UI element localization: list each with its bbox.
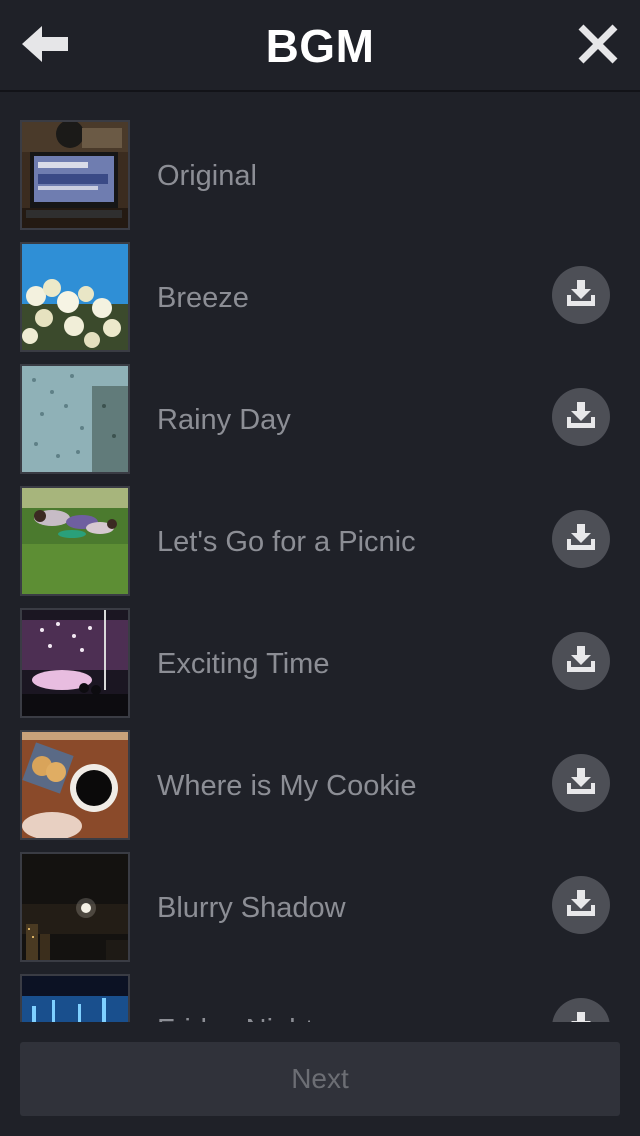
download-icon <box>567 523 595 555</box>
download-icon <box>567 889 595 921</box>
track-label: Rainy Day <box>157 404 291 436</box>
track-thumbnail <box>20 974 130 1022</box>
close-button[interactable] <box>570 18 626 74</box>
download-icon <box>567 767 595 799</box>
bgm-screen: BGM Original Breeze Rainy Day Let's Go f… <box>0 0 640 1136</box>
track-label: Exciting Time <box>157 648 330 680</box>
download-button[interactable] <box>552 998 610 1022</box>
close-icon <box>577 23 619 70</box>
page-title: BGM <box>265 20 375 72</box>
next-button[interactable]: Next <box>20 1042 620 1116</box>
track-row-rainy-day[interactable]: Rainy Day <box>0 336 640 474</box>
track-label: Breeze <box>157 282 249 314</box>
download-icon <box>567 645 595 677</box>
track-row-original[interactable]: Original <box>0 92 640 230</box>
track-row-blurry-shadow[interactable]: Blurry Shadow <box>0 824 640 962</box>
track-row-exciting-time[interactable]: Exciting Time <box>0 580 640 718</box>
download-icon <box>567 1011 595 1022</box>
download-icon <box>567 401 595 433</box>
track-label: Blurry Shadow <box>157 892 346 924</box>
download-button[interactable] <box>552 510 610 568</box>
track-label: Let's Go for a Picnic <box>157 526 416 558</box>
track-row-picnic[interactable]: Let's Go for a Picnic <box>0 458 640 596</box>
download-button[interactable] <box>552 388 610 446</box>
download-icon <box>567 279 595 311</box>
track-row-friday-night[interactable]: Friday Night <box>0 946 640 1022</box>
download-button[interactable] <box>552 266 610 324</box>
footer-bar: Next <box>0 1022 640 1136</box>
track-label: Where is My Cookie <box>157 770 417 802</box>
track-row-breeze[interactable]: Breeze <box>0 214 640 352</box>
download-button[interactable] <box>552 754 610 812</box>
track-row-cookie[interactable]: Where is My Cookie <box>0 702 640 840</box>
download-button[interactable] <box>552 632 610 690</box>
bgm-track-list[interactable]: Original Breeze Rainy Day Let's Go for a… <box>0 92 640 1022</box>
header-bar: BGM <box>0 0 640 92</box>
track-label: Original <box>157 160 257 192</box>
download-button[interactable] <box>552 876 610 934</box>
track-label: Friday Night <box>157 1008 313 1022</box>
